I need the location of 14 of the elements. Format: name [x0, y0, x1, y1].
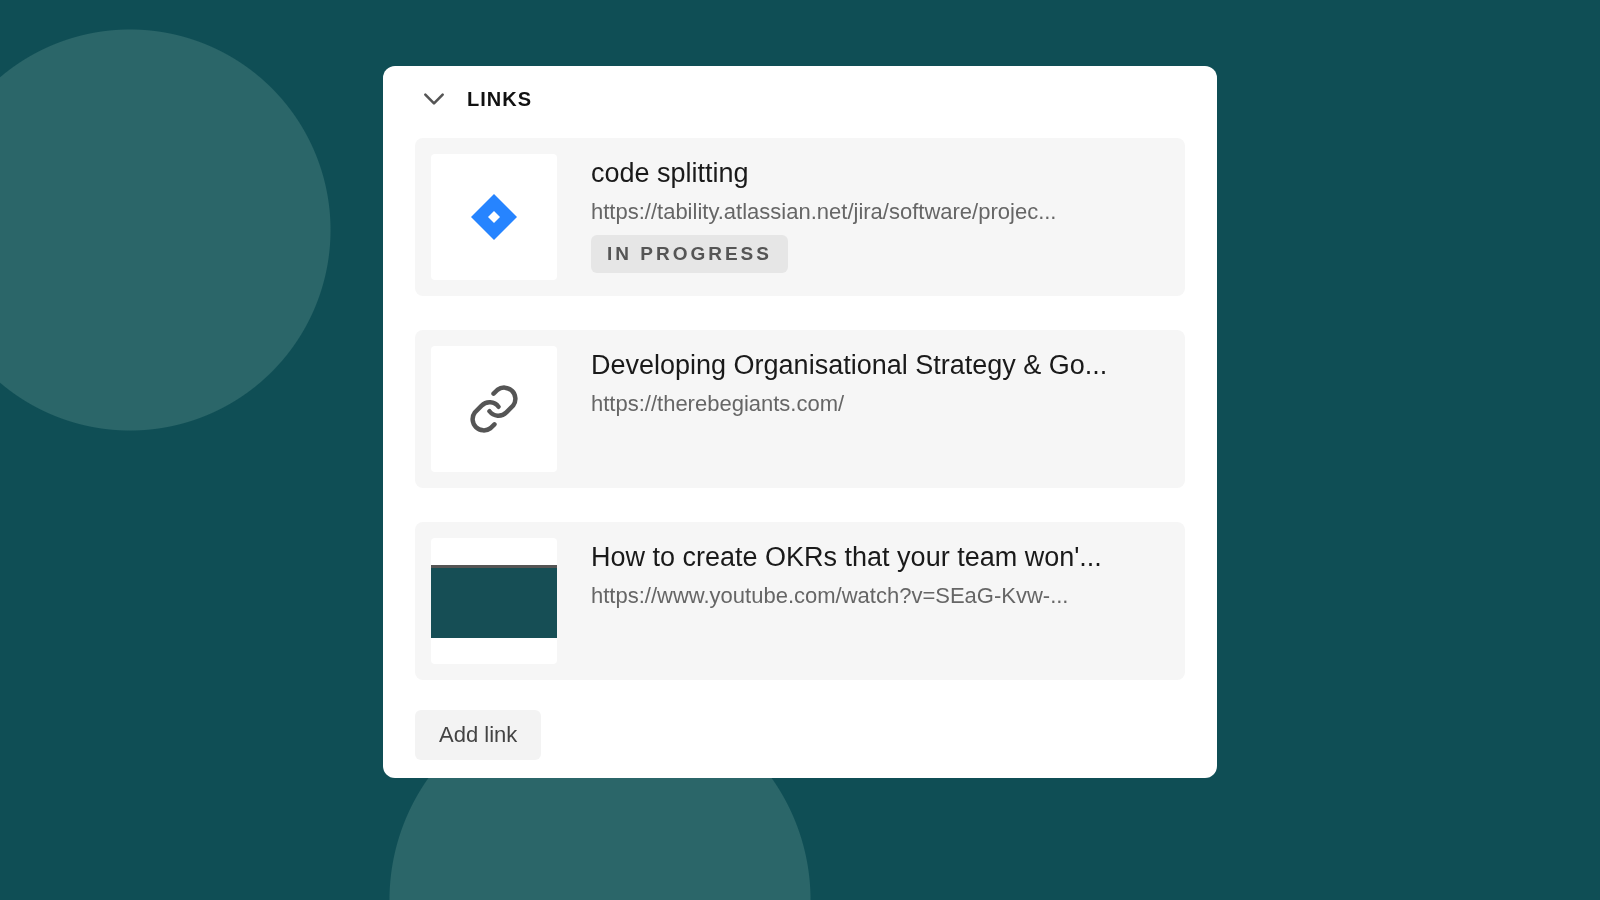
link-title: Developing Organisational Strategy & Go...: [591, 350, 1108, 381]
link-icon: [467, 382, 521, 436]
section-title: LINKS: [467, 87, 532, 111]
link-title: How to create OKRs that your team won'...: [591, 542, 1102, 573]
link-title: code splitting: [591, 158, 749, 189]
link-url[interactable]: https://www.youtube.com/watch?v=SEaG-Kvw-...: [591, 583, 1069, 609]
add-link-button[interactable]: Add link: [415, 710, 542, 760]
link-url[interactable]: https://tability.atlassian.net/jira/software/projec...: [591, 199, 1057, 225]
link-card[interactable]: How to create OKRs that your team won'... https://www.youtube.com/watch?v=SEaG-Kvw-...: [415, 522, 1185, 680]
diamond-logo-icon: [469, 192, 519, 242]
link-url[interactable]: https://therebegiants.com/: [591, 391, 845, 417]
link-card[interactable]: code splitting https://tability.atlassian.net/jira/software/projec... IN PROGRESS: [415, 138, 1185, 296]
status-badge: IN PROGRESS: [591, 235, 788, 273]
link-card[interactable]: Developing Organisational Strategy & Go... https://therebegiants.com/: [415, 330, 1185, 488]
